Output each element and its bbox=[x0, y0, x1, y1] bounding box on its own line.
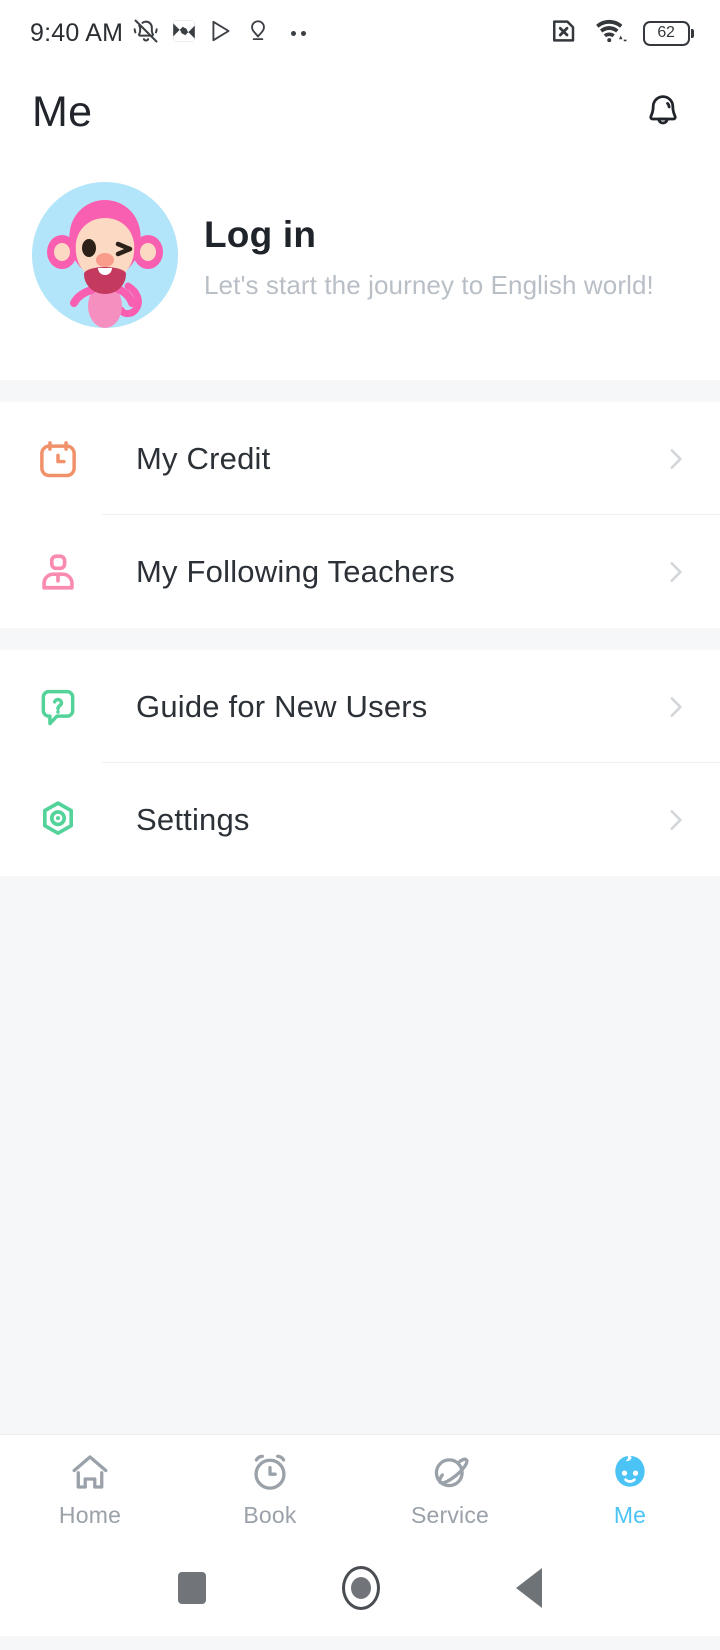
menu-item-label: My Credit bbox=[136, 440, 271, 476]
circle-icon[interactable] bbox=[342, 1566, 380, 1610]
home-icon bbox=[68, 1449, 112, 1495]
wifi-icon bbox=[594, 16, 627, 51]
location-pin-icon bbox=[245, 18, 271, 49]
question-bubble-icon bbox=[32, 685, 84, 729]
app-header: Me bbox=[0, 66, 720, 158]
play-store-icon bbox=[208, 18, 234, 49]
tab-label: Book bbox=[243, 1502, 297, 1528]
menu-item-guide-for-new-users[interactable]: Guide for New Users bbox=[0, 650, 720, 763]
status-bar-right-icons: 62 bbox=[548, 16, 694, 51]
chevron-right-icon bbox=[660, 446, 690, 472]
section-gap bbox=[0, 628, 720, 650]
avatar[interactable] bbox=[32, 182, 178, 328]
calendar-clock-icon bbox=[32, 437, 84, 481]
tab-book[interactable]: Book bbox=[180, 1435, 360, 1529]
chevron-right-icon bbox=[660, 559, 690, 585]
person-icon bbox=[32, 550, 84, 594]
broken-image-icon bbox=[171, 18, 197, 49]
menu-group-1: My Credit My Following Teachers bbox=[0, 402, 720, 628]
alarm-clock-icon bbox=[248, 1449, 292, 1495]
status-bar-left-icons bbox=[132, 17, 307, 50]
battery-percent: 62 bbox=[657, 24, 675, 41]
tab-home[interactable]: Home bbox=[0, 1435, 180, 1529]
baby-face-icon bbox=[608, 1449, 652, 1495]
monkey-mascot-avatar bbox=[32, 182, 178, 328]
profile-section[interactable]: Log in Let's start the journey to Englis… bbox=[0, 158, 720, 380]
menu-item-my-following-teachers[interactable]: My Following Teachers bbox=[0, 515, 720, 628]
chevron-right-icon bbox=[660, 694, 690, 720]
bottom-tab-bar: Home Book Service Me bbox=[0, 1434, 720, 1540]
page-title: Me bbox=[32, 87, 93, 136]
tab-me[interactable]: Me bbox=[540, 1435, 720, 1529]
tab-label: Service bbox=[410, 1502, 490, 1528]
status-bar: 9:40 AM 62 bbox=[0, 0, 720, 66]
planet-icon bbox=[428, 1449, 472, 1495]
menu-item-my-credit[interactable]: My Credit bbox=[0, 402, 720, 515]
menu-item-settings[interactable]: Settings bbox=[0, 763, 720, 876]
hexagon-gear-icon bbox=[32, 798, 84, 842]
triangle-back-icon[interactable] bbox=[516, 1568, 542, 1608]
menu-item-label: My Following Teachers bbox=[136, 553, 455, 589]
tab-label: Me bbox=[613, 1502, 647, 1528]
sim-card-error-icon bbox=[548, 16, 578, 51]
android-navigation-bar bbox=[0, 1540, 720, 1636]
login-title[interactable]: Log in bbox=[204, 214, 654, 256]
battery-icon: 62 bbox=[642, 20, 694, 46]
app-screen: 9:40 AM 62 Me Log in Let's start the jou… bbox=[0, 0, 720, 1650]
chevron-right-icon bbox=[660, 807, 690, 833]
bell-mute-icon bbox=[132, 17, 160, 50]
tab-label: Home bbox=[58, 1502, 122, 1528]
section-gap bbox=[0, 380, 720, 402]
more-dots-icon bbox=[291, 30, 307, 36]
login-subtitle: Let's start the journey to English world… bbox=[204, 269, 654, 300]
menu-group-2: Guide for New Users Settings bbox=[0, 650, 720, 876]
menu-item-label: Guide for New Users bbox=[136, 688, 428, 724]
tab-service[interactable]: Service bbox=[360, 1435, 540, 1529]
empty-content-area bbox=[0, 876, 720, 1434]
square-icon[interactable] bbox=[178, 1572, 206, 1604]
profile-text: Log in Let's start the journey to Englis… bbox=[204, 210, 654, 301]
status-bar-clock: 9:40 AM bbox=[30, 18, 124, 47]
menu-item-label: Settings bbox=[136, 801, 250, 837]
notification-bell-icon[interactable] bbox=[636, 85, 690, 139]
